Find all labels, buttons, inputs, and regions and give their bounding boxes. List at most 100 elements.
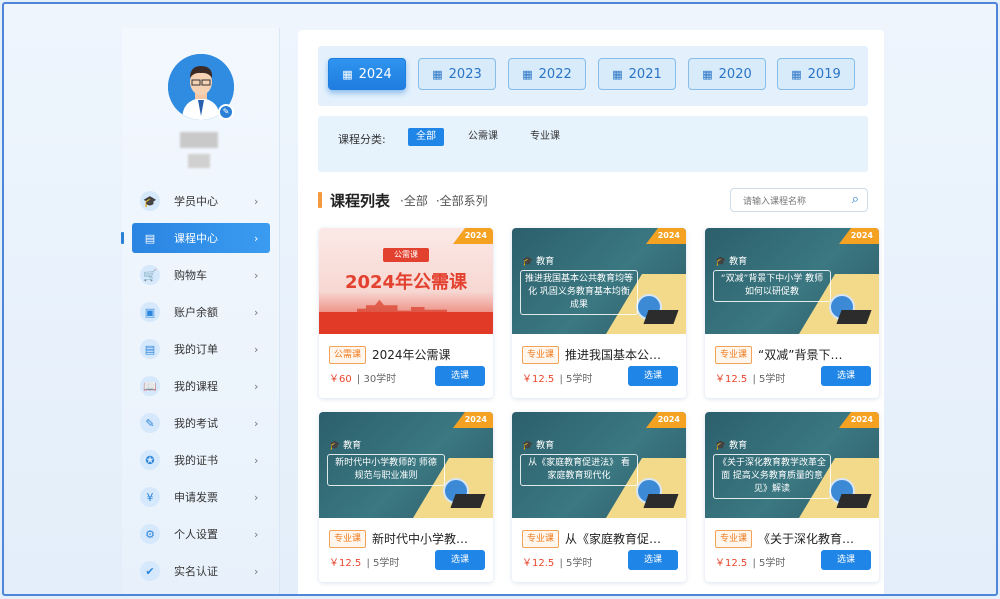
breadcrumb-all-series[interactable]: ·全部系列 bbox=[436, 192, 488, 209]
course-price: ￥12.5 | 5学时 bbox=[715, 554, 785, 569]
year-tab-2020[interactable]: ▦ 2020 bbox=[688, 58, 766, 90]
course-card[interactable]: 🎓 教育 “双减”背景下中小学 教师如何以研促教 2024 专业课 “双减”背景下… ￥1… bbox=[705, 228, 879, 398]
price-value: ￥12.5 bbox=[715, 374, 748, 385]
edit-avatar-icon[interactable]: ✎ bbox=[218, 104, 234, 120]
price-value: ￥12.5 bbox=[522, 374, 555, 385]
sidebar-item-5[interactable]: 📖 我的课程 › bbox=[132, 371, 270, 401]
year-tab-2022[interactable]: ▦ 2022 bbox=[508, 58, 586, 90]
grad-cap-icon bbox=[643, 494, 679, 508]
calendar-icon: ▦ bbox=[612, 67, 623, 81]
course-card[interactable]: 🎓 教育 从《家庭教育促进法》 看家庭教育现代化 2024 专业课 从《家庭教育促… ￥1… bbox=[512, 412, 686, 582]
course-card[interactable]: 🎓 教育 新时代中小学教师的 师德规范与职业准则 2024 专业课 新时代中小学教… ￥1… bbox=[319, 412, 493, 582]
course-hours: | 5学时 bbox=[363, 558, 400, 569]
course-title[interactable]: 《关于深化教育… bbox=[758, 530, 854, 547]
course-card[interactable]: 🎓 教育 《关于深化教育教学改革全面 提高义务教育质量的意见》解读 2024 专业课《… bbox=[705, 412, 879, 582]
thumb-title: 推进我国基本公共教育均等化 巩固义务教育基本均衡成果 bbox=[520, 270, 638, 315]
course-card[interactable]: 公需课 2024年公需课 2024 公需课 2024年公需课 ￥60 | 30学时 选课 bbox=[319, 228, 493, 398]
chevron-right-icon: › bbox=[254, 342, 259, 356]
certificate-icon: ✪ bbox=[140, 450, 160, 470]
sidebar-item-0[interactable]: 🎓 学员中心 › bbox=[132, 186, 270, 216]
select-course-button[interactable]: 选课 bbox=[821, 366, 871, 386]
course-info: 专业课 “双减”背景下… ￥12.5 | 5学时 选课 bbox=[715, 344, 871, 386]
course-book-icon: ▤ bbox=[144, 231, 156, 245]
sidebar-item-label: 课程中心 bbox=[174, 232, 218, 245]
verify-icon: ✔ bbox=[140, 561, 160, 581]
sidebar-item-8[interactable]: ¥ 申请发票 › bbox=[132, 482, 270, 512]
course-title[interactable]: “双减”背景下… bbox=[758, 346, 842, 363]
year-label: 2019 bbox=[807, 66, 841, 82]
select-course-button[interactable]: 选课 bbox=[435, 366, 485, 386]
book-icon: 📖 bbox=[140, 376, 160, 396]
sidebar-item-3[interactable]: ▣ 账户余额 › bbox=[132, 297, 270, 327]
year-tab-2023[interactable]: ▦ 2023 bbox=[418, 58, 496, 90]
course-title[interactable]: 推进我国基本公… bbox=[565, 346, 661, 363]
select-course-button[interactable]: 选课 bbox=[435, 550, 485, 570]
thumb-tag: 公需课 bbox=[383, 248, 429, 262]
sidebar: ✎ 🎓 学员中心 › ▤ 课程中心 › 🛒 购物车 › ▣ 账户余额 › ▤ 我的订单 › 📖 我的课程 › ✎ 我的… bbox=[121, 28, 280, 594]
course-type-tag: 专业课 bbox=[522, 345, 560, 364]
chevron-right-icon: › bbox=[254, 305, 259, 319]
edu-label: 🎓 教育 bbox=[329, 441, 362, 451]
course-price: ￥12.5 | 5学时 bbox=[522, 370, 592, 385]
filter-professional[interactable]: 专业课 bbox=[522, 128, 568, 146]
chevron-right-icon: › bbox=[254, 564, 259, 578]
course-info: 公需课 2024年公需课 ￥60 | 30学时 选课 bbox=[329, 344, 485, 386]
chevron-right-icon: › bbox=[254, 527, 259, 541]
userid-blurred bbox=[188, 154, 210, 168]
course-thumbnail[interactable]: 🎓 教育 《关于深化教育教学改革全面 提高义务教育质量的意见》解读 2024 bbox=[705, 412, 879, 518]
course-title[interactable]: 新时代中小学教… bbox=[372, 530, 468, 547]
sidebar-item-2[interactable]: 🛒 购物车 › bbox=[132, 260, 270, 290]
course-thumbnail[interactable]: 公需课 2024年公需课 2024 bbox=[319, 228, 493, 334]
sidebar-item-7[interactable]: ✪ 我的证书 › bbox=[132, 445, 270, 475]
edu-label: 🎓 教育 bbox=[715, 441, 748, 451]
course-hours: | 30学时 bbox=[353, 374, 397, 385]
year-badge: 2024 bbox=[453, 412, 493, 428]
sidebar-item-6[interactable]: ✎ 我的考试 › bbox=[132, 408, 270, 438]
course-price: ￥12.5 | 5学时 bbox=[329, 554, 399, 569]
year-tab-2021[interactable]: ▦ 2021 bbox=[598, 58, 676, 90]
select-course-button[interactable]: 选课 bbox=[821, 550, 871, 570]
order-icon: ▤ bbox=[140, 339, 160, 359]
year-selector: ▦ 2024 ▦ 2023 ▦ 2022 ▦ 2021 ▦ 2020 ▦ 2019 bbox=[318, 46, 868, 106]
grad-cap-icon bbox=[836, 310, 872, 324]
course-title[interactable]: 2024年公需课 bbox=[372, 346, 451, 363]
course-type-tag: 公需课 bbox=[329, 345, 367, 364]
year-tab-2024[interactable]: ▦ 2024 bbox=[328, 58, 406, 90]
search-input[interactable]: 请输入课程名称 bbox=[743, 194, 806, 207]
filter-all[interactable]: 全部 bbox=[408, 128, 444, 146]
gear-icon: ⚙ bbox=[140, 524, 160, 544]
sidebar-item-10[interactable]: ✔ 实名认证 › bbox=[132, 556, 270, 586]
year-label: 2023 bbox=[448, 66, 482, 82]
course-thumbnail[interactable]: 🎓 教育 从《家庭教育促进法》 看家庭教育现代化 2024 bbox=[512, 412, 686, 518]
sidebar-item-label: 个人设置 bbox=[174, 528, 218, 541]
year-tab-2019[interactable]: ▦ 2019 bbox=[777, 58, 855, 90]
sidebar-item-label: 我的订单 bbox=[174, 343, 218, 356]
course-card[interactable]: 🎓 教育 推进我国基本公共教育均等化 巩固义务教育基本均衡成果 2024 专业课 推进我… bbox=[512, 228, 686, 398]
edu-label: 🎓 教育 bbox=[522, 441, 555, 451]
breadcrumb-all[interactable]: ·全部 bbox=[400, 192, 428, 209]
course-thumbnail[interactable]: 🎓 教育 “双减”背景下中小学 教师如何以研促教 2024 bbox=[705, 228, 879, 334]
course-info: 专业课 《关于深化教育… ￥12.5 | 5学时 选课 bbox=[715, 528, 871, 570]
course-thumbnail[interactable]: 🎓 教育新时代中小学教师的 师德规范与职业准则 2024 bbox=[319, 412, 493, 518]
thumb-title: 新时代中小学教师的 师德规范与职业准则 bbox=[327, 454, 445, 486]
search-box[interactable]: 请输入课程名称 ⌕ bbox=[730, 188, 868, 212]
course-title[interactable]: 从《家庭教育促… bbox=[565, 530, 661, 547]
course-info: 专业课 推进我国基本公… ￥12.5 | 5学时 选课 bbox=[522, 344, 678, 386]
title-marker bbox=[318, 192, 322, 208]
search-icon[interactable]: ⌕ bbox=[852, 192, 859, 207]
year-badge: 2024 bbox=[646, 228, 686, 244]
filter-public[interactable]: 公需课 bbox=[460, 128, 506, 146]
calendar-icon: ▦ bbox=[791, 67, 802, 81]
edu-label: 🎓 教育 bbox=[522, 257, 555, 267]
course-info: 专业课 从《家庭教育促… ￥12.5 | 5学时 选课 bbox=[522, 528, 678, 570]
wallet-icon: ▣ bbox=[140, 302, 160, 322]
thumb-title: 《关于深化教育教学改革全面 提高义务教育质量的意见》解读 bbox=[713, 454, 831, 499]
sidebar-item-9[interactable]: ⚙ 个人设置 › bbox=[132, 519, 270, 549]
price-value: ￥60 bbox=[329, 374, 352, 385]
select-course-button[interactable]: 选课 bbox=[628, 550, 678, 570]
sidebar-item-1[interactable]: ▤ 课程中心 › bbox=[121, 223, 270, 253]
course-thumbnail[interactable]: 🎓 教育推进我国基本公共教育均等化 巩固义务教育基本均衡成果 2024 bbox=[512, 228, 686, 334]
sidebar-item-4[interactable]: ▤ 我的订单 › bbox=[132, 334, 270, 364]
course-hours: | 5学时 bbox=[749, 374, 786, 385]
select-course-button[interactable]: 选课 bbox=[628, 366, 678, 386]
